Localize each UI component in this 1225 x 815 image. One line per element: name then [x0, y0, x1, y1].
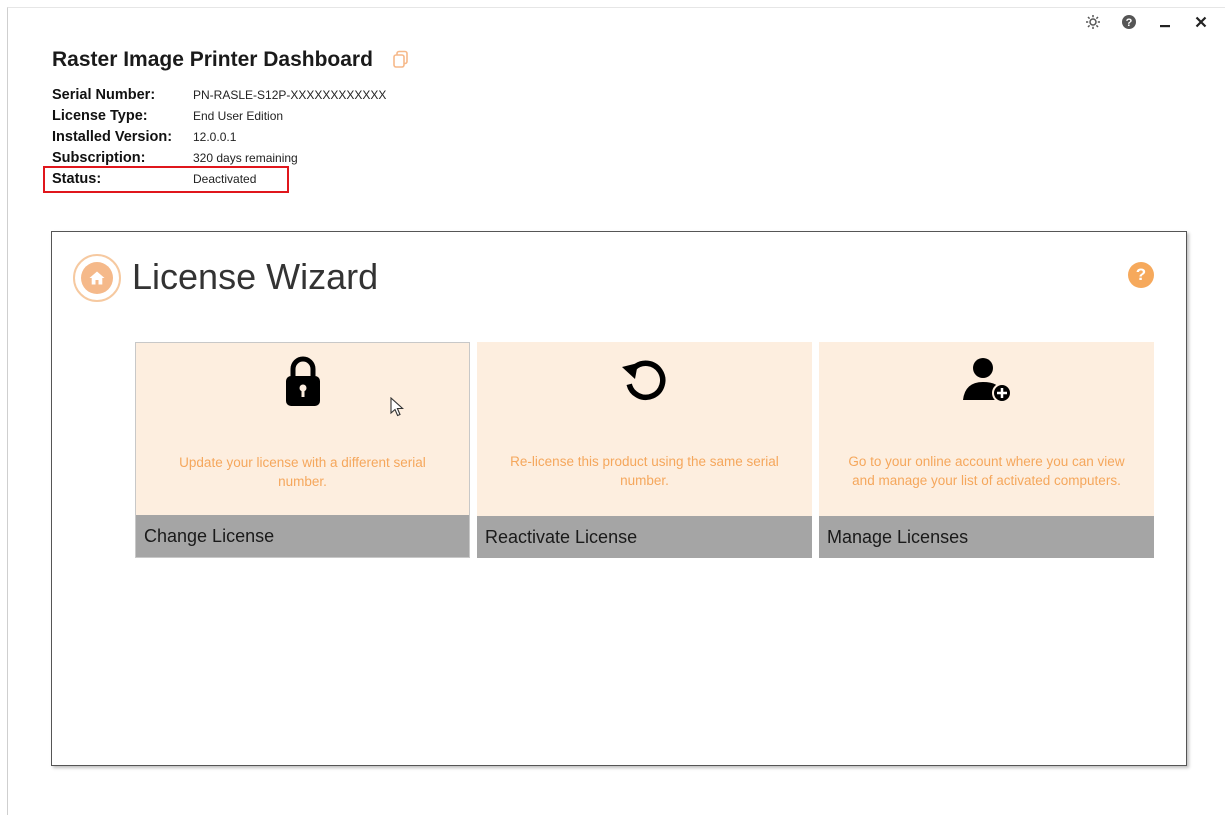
- serial-number-value: PN-RASLE-S12P-XXXXXXXXXXXX: [193, 87, 387, 102]
- change-license-card[interactable]: Update your license with a different ser…: [135, 342, 470, 558]
- home-button[interactable]: [73, 254, 121, 302]
- installed-version-label: Installed Version:: [52, 128, 173, 145]
- wizard-cards: Update your license with a different ser…: [135, 342, 1154, 558]
- reactivate-license-footer: Reactivate License: [477, 516, 812, 558]
- minimize-button[interactable]: [1153, 10, 1177, 34]
- change-license-label: Change License: [144, 525, 275, 546]
- installed-version-row: Installed Version: 12.0.0.1: [52, 126, 386, 147]
- license-type-label: License Type:: [52, 107, 148, 124]
- settings-button[interactable]: [1081, 10, 1105, 34]
- license-wizard-panel: License Wizard ? Update your license wit…: [51, 231, 1187, 766]
- subscription-label: Subscription:: [52, 149, 146, 166]
- subscription-row: Subscription: 320 days remaining: [52, 147, 386, 168]
- lock-icon: [285, 356, 320, 406]
- serial-number-row: Serial Number: PN-RASLE-S12P-XXXXXXXXXXX…: [52, 84, 386, 105]
- serial-number-label: Serial Number:: [52, 86, 156, 103]
- user-add-icon: [962, 358, 1012, 403]
- reactivate-license-label: Reactivate License: [485, 526, 638, 547]
- window-controls: ?: [1081, 10, 1213, 34]
- minimize-icon: [1160, 25, 1170, 28]
- manage-licenses-description: Go to your online account where you can …: [848, 454, 1125, 488]
- home-icon: [81, 262, 113, 294]
- change-license-footer: Change License: [136, 515, 469, 557]
- change-license-description: Update your license with a different ser…: [179, 455, 426, 489]
- close-button[interactable]: [1189, 10, 1213, 34]
- close-icon: [1195, 16, 1207, 28]
- question-icon: ?: [1135, 265, 1147, 284]
- wizard-title: License Wizard: [132, 256, 379, 297]
- wizard-help-button[interactable]: ?: [1128, 262, 1154, 288]
- manage-licenses-label: Manage Licenses: [827, 526, 969, 547]
- gear-icon: [1086, 15, 1100, 29]
- manage-licenses-card[interactable]: Go to your online account where you can …: [819, 342, 1154, 558]
- license-type-row: License Type: End User Edition: [52, 105, 386, 126]
- help-window-button[interactable]: ?: [1117, 10, 1141, 34]
- mouse-cursor-icon: [390, 397, 404, 417]
- manage-licenses-footer: Manage Licenses: [819, 516, 1154, 558]
- svg-text:?: ?: [1126, 17, 1133, 29]
- reactivate-license-description: Re-license this product using the same s…: [510, 454, 779, 488]
- subscription-value: 320 days remaining: [193, 150, 298, 165]
- copy-icon[interactable]: [392, 50, 410, 75]
- page-title: Raster Image Printer Dashboard: [52, 48, 373, 71]
- installed-version-value: 12.0.0.1: [193, 129, 237, 144]
- question-circle-icon: ?: [1122, 15, 1136, 29]
- status-highlight-box: [43, 166, 289, 193]
- reactivate-license-card[interactable]: Re-license this product using the same s…: [477, 342, 812, 558]
- refresh-icon: [621, 360, 665, 401]
- license-type-value: End User Edition: [193, 108, 284, 123]
